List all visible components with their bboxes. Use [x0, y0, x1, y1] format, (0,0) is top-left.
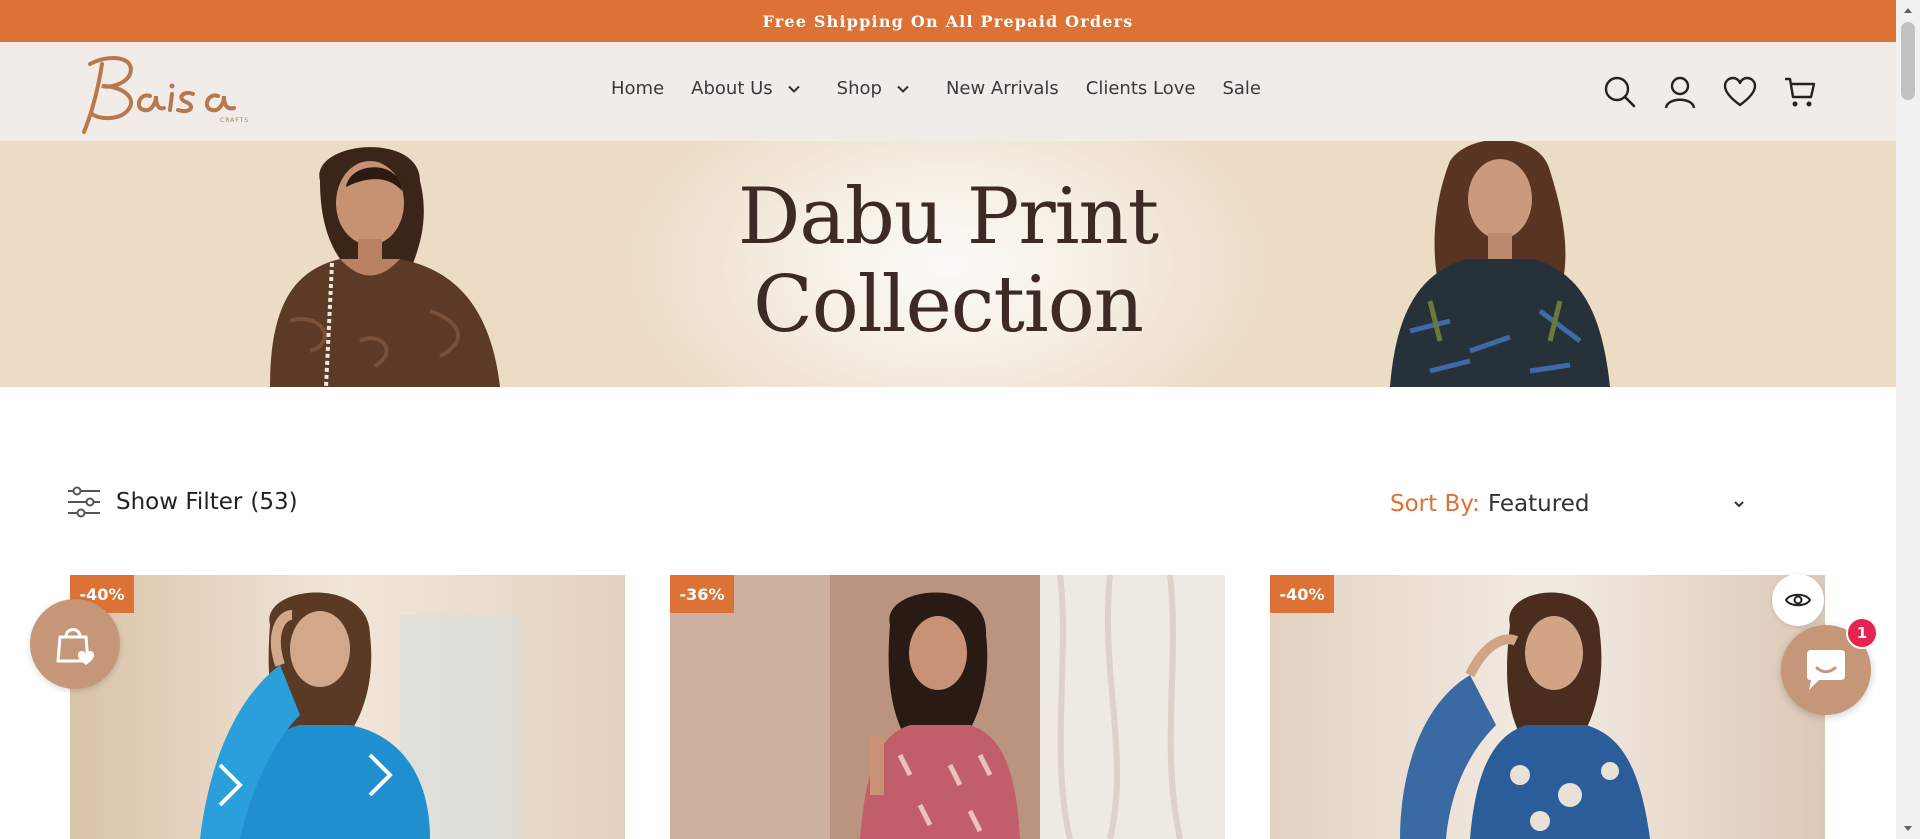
quick-view-button[interactable]	[1772, 574, 1824, 626]
nav-clients-love[interactable]: Clients Love	[1086, 78, 1196, 99]
product-image	[670, 575, 1225, 839]
wishlist-button[interactable]	[1720, 72, 1760, 112]
sort-label: Sort By:	[1390, 491, 1480, 517]
product-image	[1270, 575, 1825, 839]
nav-new-arrivals[interactable]: New Arrivals	[946, 78, 1059, 99]
announcement-text: Free Shipping On All Prepaid Orders	[762, 11, 1134, 31]
search-icon	[1604, 76, 1636, 108]
discount-badge: -40%	[1270, 575, 1334, 613]
account-icon	[1664, 76, 1696, 109]
nav-new-arrivals-label: New Arrivals	[945, 78, 1059, 99]
main-nav: Home About Us Shop New Arrivals Clients …	[611, 78, 1288, 99]
collection-toolbar: Show Filter (53) Sort By: Featured	[66, 486, 1746, 522]
nav-shop-label: Shop	[836, 78, 882, 99]
header-actions	[1600, 72, 1840, 112]
nav-sale-label: Sale	[1222, 78, 1261, 99]
nav-home[interactable]: Home	[611, 78, 664, 99]
banner-model-right	[1390, 141, 1610, 387]
cart-icon	[1785, 77, 1816, 107]
chat-unread-badge: 1	[1846, 617, 1878, 649]
filter-sliders-icon	[68, 486, 100, 518]
wishlist-heart-icon	[1723, 76, 1757, 107]
brand-logo[interactable]: CRAFTS	[68, 50, 263, 136]
chat-bubble-icon	[1807, 650, 1845, 690]
wishlist-bag-button[interactable]	[30, 599, 120, 689]
cart-button[interactable]	[1780, 72, 1820, 112]
banner-title-line1: Dabu Print	[737, 172, 1159, 262]
nav-shop[interactable]: Shop	[837, 78, 910, 99]
scroll-down-arrow-icon[interactable]	[1896, 819, 1920, 839]
chevron-down-icon	[787, 85, 800, 93]
nav-about-us-label: About Us	[691, 78, 773, 99]
announcement-bar: Free Shipping On All Prepaid Orders	[0, 0, 1896, 42]
banner-title: Dabu Print Collection	[700, 173, 1196, 349]
product-card[interactable]: -40%	[1270, 575, 1825, 839]
product-card[interactable]: -36%	[670, 575, 1225, 839]
scrollbar-thumb[interactable]	[1901, 22, 1915, 100]
product-card[interactable]: -40%	[70, 575, 625, 839]
page-scrollbar[interactable]	[1896, 0, 1920, 839]
svg-text:CRAFTS: CRAFTS	[220, 117, 249, 124]
nav-sale[interactable]: Sale	[1222, 78, 1261, 99]
chevron-down-icon	[1734, 501, 1744, 508]
discount-badge: -36%	[670, 575, 734, 613]
eye-icon	[1785, 593, 1811, 607]
show-filter-button[interactable]: Show Filter (53)	[66, 486, 298, 518]
sort-value: Featured	[1487, 491, 1590, 517]
scroll-up-arrow-icon[interactable]	[1896, 0, 1920, 20]
nav-clients-love-label: Clients Love	[1085, 78, 1196, 99]
banner-model-left	[270, 147, 500, 387]
filter-label: Show Filter	[116, 489, 243, 515]
search-button[interactable]	[1600, 72, 1640, 112]
filter-product-count: (53)	[250, 489, 298, 515]
site-header: CRAFTS Home About Us Shop New Arrivals C…	[0, 42, 1896, 141]
chevron-down-icon	[897, 85, 909, 93]
account-button[interactable]	[1660, 72, 1700, 112]
collection-banner: Dabu Print Collection	[0, 141, 1896, 387]
product-image	[70, 575, 625, 839]
sort-select[interactable]: Sort By: Featured	[1390, 486, 1746, 522]
nav-home-label: Home	[611, 78, 665, 99]
nav-about-us[interactable]: About Us	[691, 78, 801, 99]
banner-title-line2: Collection	[753, 260, 1144, 350]
shopping-bag-heart-icon	[56, 628, 94, 665]
